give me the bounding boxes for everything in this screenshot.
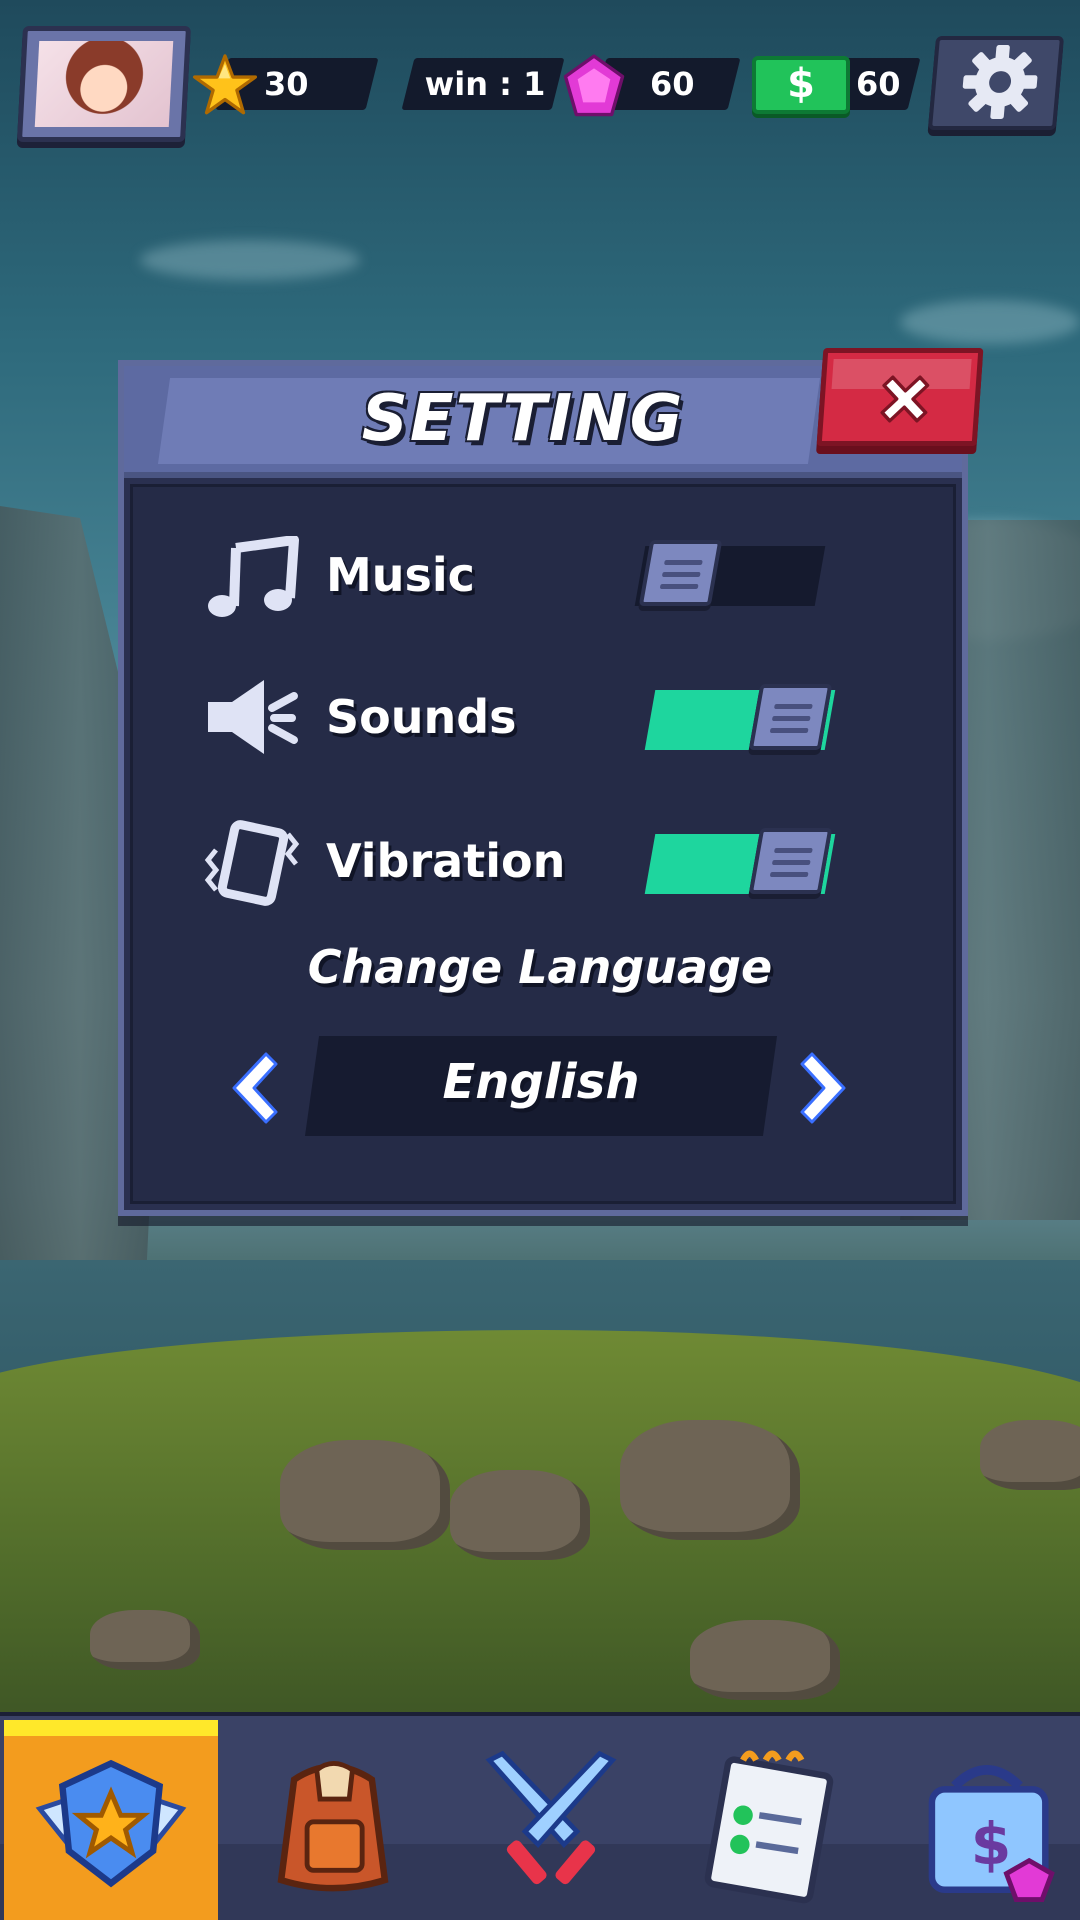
- chevron-left-icon[interactable]: [222, 1048, 282, 1128]
- rock: [620, 1420, 800, 1540]
- nav-battle[interactable]: [444, 1720, 658, 1920]
- speaker-icon: [208, 680, 298, 754]
- star-icon: [192, 54, 258, 115]
- nav-inventory[interactable]: [226, 1720, 440, 1920]
- quest-checklist-icon: [704, 1750, 834, 1904]
- nav-quests[interactable]: [662, 1720, 876, 1920]
- sounds-toggle[interactable]: [644, 684, 836, 750]
- shop-bag-icon: $: [928, 1765, 1055, 1902]
- close-button[interactable]: [816, 348, 984, 446]
- rock: [280, 1440, 450, 1550]
- rock: [690, 1620, 840, 1700]
- rock: [450, 1470, 590, 1560]
- player-avatar[interactable]: [16, 26, 192, 142]
- settings-button[interactable]: [927, 36, 1065, 130]
- gear-icon: [962, 45, 1038, 119]
- close-icon: [880, 375, 930, 423]
- nav-shop[interactable]: $: [880, 1720, 1080, 1920]
- crossed-swords-icon: [485, 1750, 617, 1885]
- cash-icon: $: [752, 56, 850, 114]
- vibration-icon: [204, 820, 300, 906]
- settings-title: SETTING: [361, 382, 685, 456]
- sounds-label: Sounds: [326, 690, 517, 744]
- bottom-navigation: $: [0, 1712, 1080, 1920]
- toggle-knob[interactable]: [748, 828, 833, 894]
- toggle-knob[interactable]: [638, 540, 723, 606]
- music-label: Music: [326, 548, 475, 602]
- music-toggle[interactable]: [634, 540, 826, 606]
- stars-count: 30: [264, 65, 309, 103]
- toggle-knob[interactable]: [748, 684, 833, 750]
- cloud: [900, 300, 1080, 344]
- svg-text:$: $: [971, 1810, 1012, 1878]
- rock: [90, 1610, 200, 1670]
- gems-count: 60: [650, 65, 695, 103]
- gem-icon: [563, 54, 625, 117]
- home-badge-icon: [35, 1759, 187, 1888]
- chevron-right-icon[interactable]: [796, 1048, 856, 1128]
- vibration-toggle[interactable]: [644, 828, 836, 894]
- nav-home[interactable]: [4, 1720, 218, 1920]
- avatar-portrait: [34, 41, 174, 127]
- cash-count: 60: [856, 65, 901, 103]
- music-note-icon: [208, 536, 299, 617]
- cloud: [140, 240, 360, 280]
- backpack-icon: [277, 1761, 389, 1892]
- vibration-label: Vibration: [326, 834, 566, 888]
- language-value: English: [442, 1054, 640, 1110]
- wins-count: win : 1: [424, 65, 546, 103]
- rock: [980, 1420, 1080, 1490]
- change-language-title: Change Language: [307, 940, 773, 994]
